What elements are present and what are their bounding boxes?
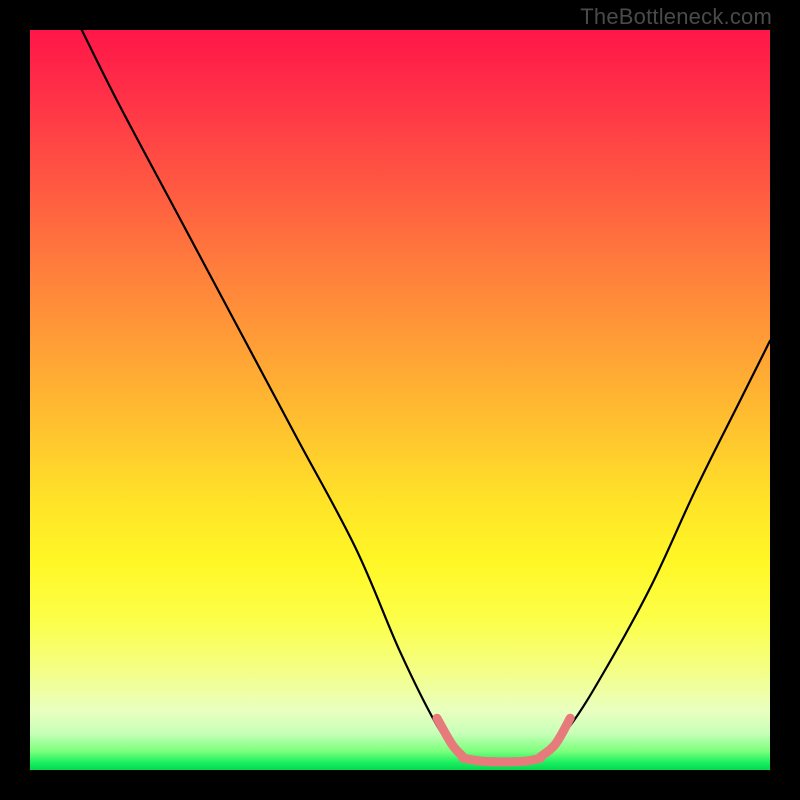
series-right-curve xyxy=(541,341,770,755)
series-left-pink-segment xyxy=(437,718,463,756)
series-right-pink-segment xyxy=(541,718,571,756)
series-floor-pink-segment xyxy=(463,758,541,762)
series-left-curve xyxy=(82,30,459,755)
curves-svg xyxy=(30,30,770,770)
plot-area xyxy=(30,30,770,770)
chart-frame: TheBottleneck.com xyxy=(0,0,800,800)
watermark-text: TheBottleneck.com xyxy=(580,4,772,30)
